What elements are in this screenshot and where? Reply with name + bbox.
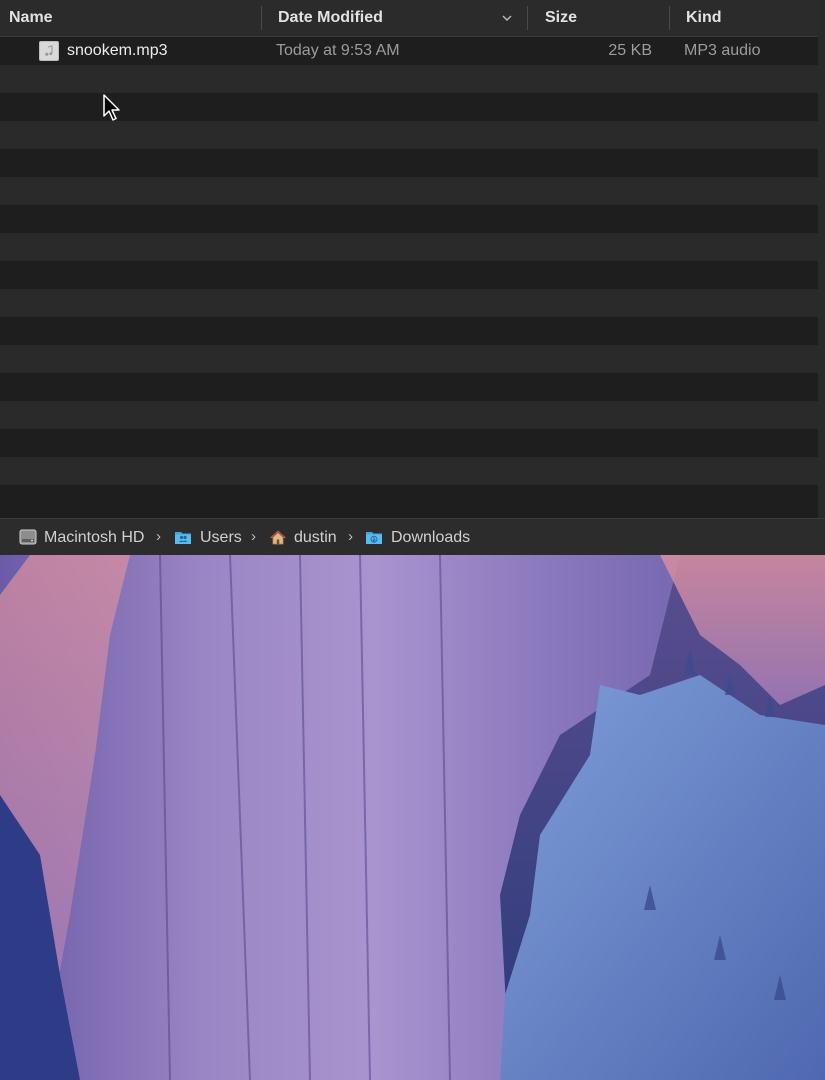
empty-row xyxy=(0,485,818,513)
pathbar-item-dustin[interactable]: dustin xyxy=(294,519,337,556)
column-divider[interactable] xyxy=(669,6,670,30)
hard-drive-icon xyxy=(19,529,37,545)
empty-row xyxy=(0,261,818,289)
empty-row xyxy=(0,345,818,373)
mountain-cliff-wallpaper xyxy=(0,555,825,1080)
users-folder-icon xyxy=(175,532,191,544)
empty-row xyxy=(0,93,818,121)
home-icon xyxy=(269,530,287,545)
empty-row xyxy=(0,121,818,149)
chevron-right-icon: › xyxy=(156,528,161,545)
pathbar-item-macintosh-hd[interactable]: Macintosh HD xyxy=(44,519,144,556)
empty-row xyxy=(0,401,818,429)
column-divider[interactable] xyxy=(527,6,528,30)
sort-chevron-down-icon[interactable] xyxy=(502,13,512,23)
empty-row xyxy=(0,457,818,485)
file-list: snookem.mp3 Today at 9:53 AM 25 KB MP3 a… xyxy=(0,37,818,518)
chevron-right-icon: › xyxy=(251,528,256,545)
desktop-wallpaper xyxy=(0,555,825,1080)
chevron-right-icon: › xyxy=(348,528,353,545)
pathbar-item-users[interactable]: Users xyxy=(200,519,242,556)
finder-window: Name Date Modified Size Kind snookem.mp3… xyxy=(0,0,818,555)
column-header-name[interactable]: Name xyxy=(9,0,259,36)
window-edge xyxy=(818,0,825,555)
empty-row xyxy=(0,373,818,401)
mouse-cursor-icon xyxy=(103,94,120,121)
file-date-modified: Today at 9:53 AM xyxy=(276,42,400,59)
empty-row xyxy=(0,177,818,205)
empty-row xyxy=(0,289,818,317)
downloads-folder-icon xyxy=(366,532,382,544)
column-header-date-modified[interactable]: Date Modified xyxy=(278,0,508,36)
file-row[interactable]: snookem.mp3 Today at 9:53 AM 25 KB MP3 a… xyxy=(0,37,818,65)
column-header-kind[interactable]: Kind xyxy=(686,0,806,36)
path-bar: Macintosh HD › Users › dustin › Download… xyxy=(0,518,825,555)
empty-row xyxy=(0,65,818,93)
empty-row xyxy=(0,205,818,233)
mp3-file-icon xyxy=(39,41,59,61)
empty-row xyxy=(0,317,818,345)
file-size: 25 KB xyxy=(608,42,652,59)
list-header: Name Date Modified Size Kind xyxy=(0,0,818,37)
pathbar-item-downloads[interactable]: Downloads xyxy=(391,519,470,556)
empty-row xyxy=(0,149,818,177)
empty-row xyxy=(0,429,818,457)
file-name[interactable]: snookem.mp3 xyxy=(67,37,168,65)
column-divider[interactable] xyxy=(261,6,262,30)
empty-row xyxy=(0,233,818,261)
file-kind: MP3 audio xyxy=(684,42,761,59)
column-header-size[interactable]: Size xyxy=(545,0,655,36)
